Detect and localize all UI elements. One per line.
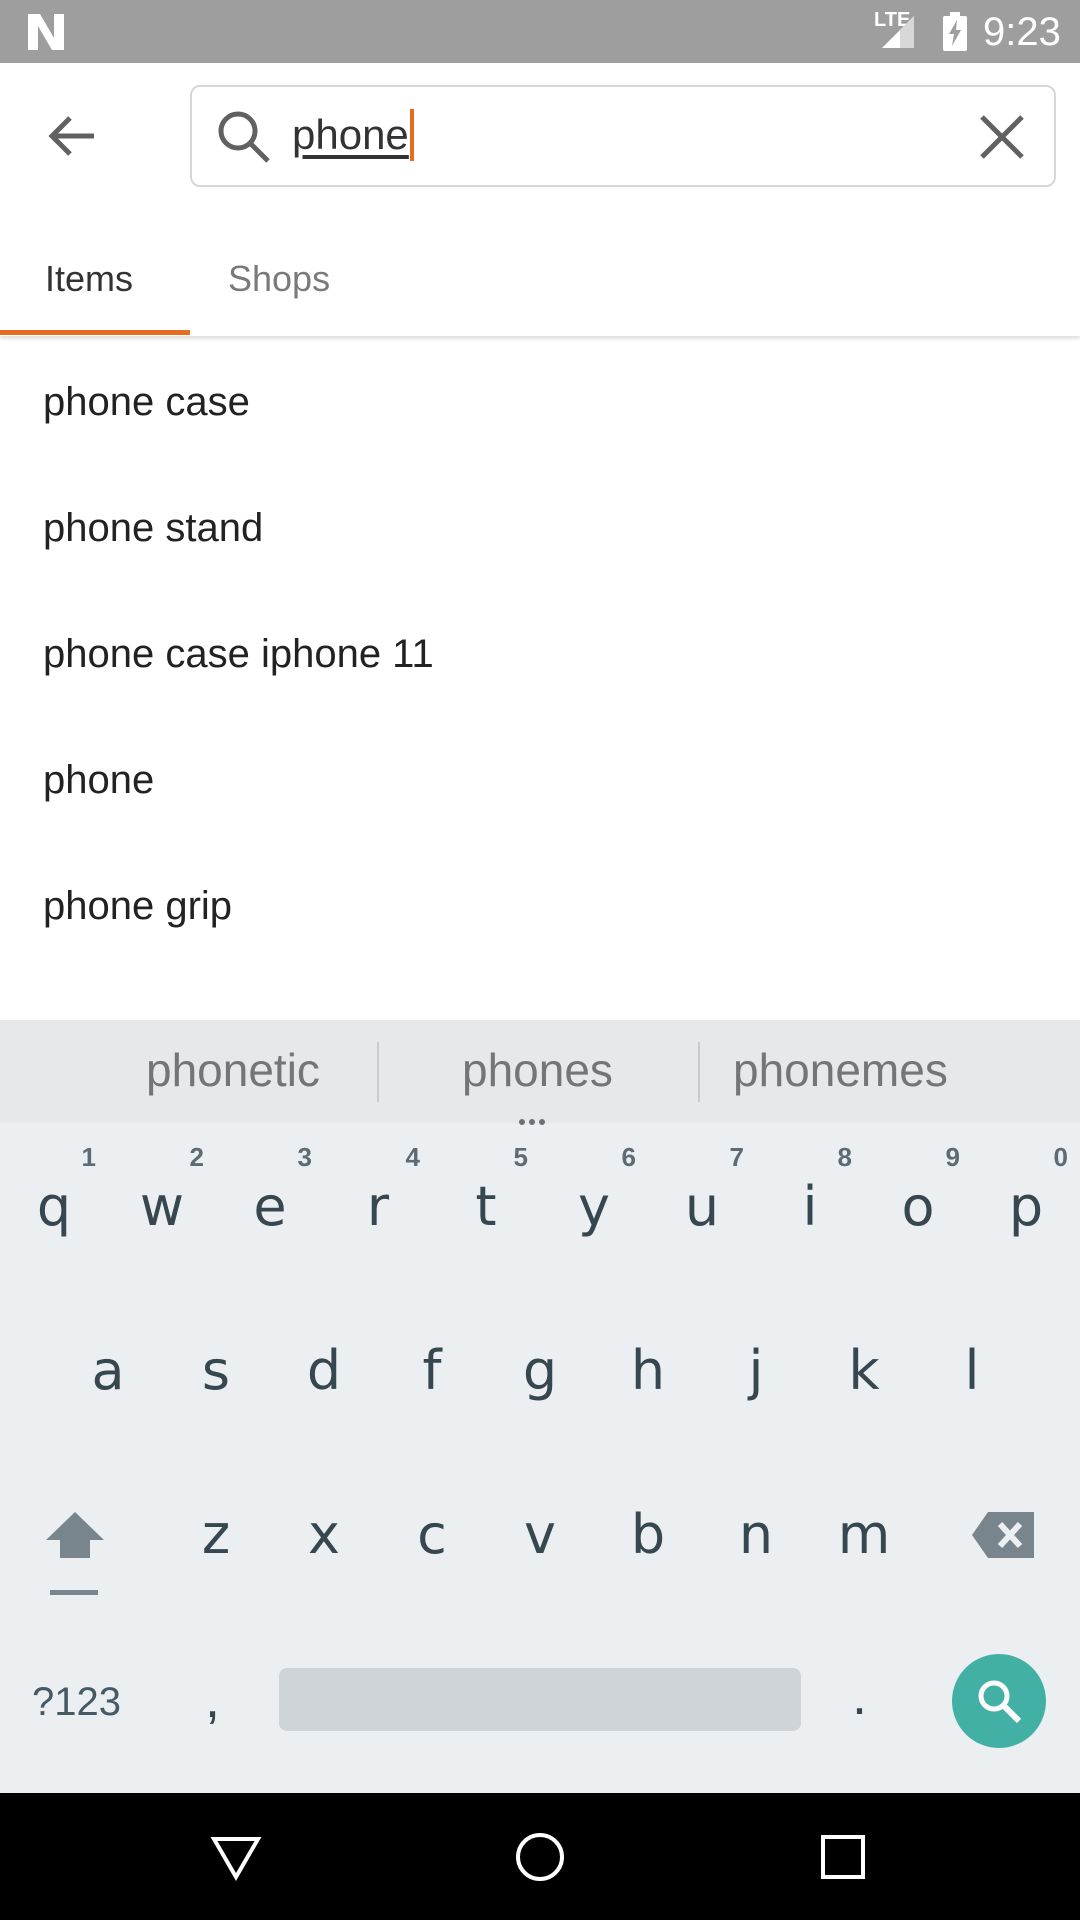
key-r[interactable]: r4 — [324, 1142, 432, 1242]
tab-bar: Items Shops — [0, 226, 1080, 336]
suggestion-item[interactable]: phone case — [43, 374, 250, 430]
symbols-key[interactable]: ?123 — [32, 1677, 121, 1727]
keyboard-suggestion[interactable]: phonemes — [733, 1040, 948, 1100]
key-hint: 2 — [189, 1142, 204, 1172]
key-s[interactable]: s — [162, 1336, 270, 1406]
divider — [698, 1042, 700, 1102]
signal-icon — [882, 16, 914, 48]
n-logo-icon — [28, 14, 64, 50]
search-icon — [218, 111, 270, 163]
key-v[interactable]: v — [486, 1500, 594, 1570]
key-e[interactable]: e3 — [216, 1142, 324, 1242]
key-h[interactable]: h — [594, 1336, 702, 1406]
suggestion-item[interactable]: phone stand — [43, 500, 263, 556]
back-arrow-icon[interactable] — [44, 108, 100, 164]
key-t[interactable]: t5 — [432, 1142, 540, 1242]
key-a[interactable]: a — [54, 1336, 162, 1406]
key-p[interactable]: p0 — [972, 1142, 1080, 1242]
key-u[interactable]: u7 — [648, 1142, 756, 1242]
search-action-icon — [978, 1680, 1022, 1724]
divider — [377, 1042, 379, 1102]
clear-icon[interactable] — [978, 113, 1026, 161]
keyboard-suggestion-bar: phonetic phones phonemes — [0, 1020, 1080, 1125]
recents-square-icon[interactable] — [817, 1831, 869, 1883]
key-d[interactable]: d — [270, 1336, 378, 1406]
tab-shops[interactable]: Shops — [228, 254, 330, 304]
key-y[interactable]: y6 — [540, 1142, 648, 1242]
key-hint: 9 — [945, 1142, 960, 1172]
space-bar[interactable] — [279, 1668, 801, 1731]
key-b[interactable]: b — [594, 1500, 702, 1570]
back-triangle-icon[interactable] — [210, 1831, 262, 1883]
status-time: 9:23 — [983, 10, 1061, 54]
key-g[interactable]: g — [486, 1336, 594, 1406]
key-hint: 1 — [81, 1142, 96, 1172]
text-caret — [409, 109, 414, 161]
key-hint: 8 — [837, 1142, 852, 1172]
shift-icon[interactable] — [42, 1506, 108, 1596]
suggestion-item[interactable]: phone grip — [43, 878, 232, 934]
key-q[interactable]: q1 — [0, 1142, 108, 1242]
key-hint: 7 — [729, 1142, 744, 1172]
key-w[interactable]: w2 — [108, 1142, 216, 1242]
key-n[interactable]: n — [702, 1500, 810, 1570]
suggestion-item[interactable]: phone — [43, 752, 154, 808]
key-hint: 3 — [297, 1142, 312, 1172]
key-z[interactable]: z — [162, 1500, 270, 1570]
search-action-key[interactable] — [952, 1654, 1046, 1748]
key-i[interactable]: i8 — [756, 1142, 864, 1242]
search-field[interactable]: phone — [190, 85, 1056, 187]
backspace-icon[interactable] — [972, 1512, 1036, 1558]
key-period[interactable]: . — [852, 1665, 867, 1727]
status-bar: LTE 9:23 — [0, 0, 1080, 63]
home-circle-icon[interactable] — [514, 1831, 566, 1883]
key-m[interactable]: m — [810, 1500, 918, 1570]
tab-items[interactable]: Items — [45, 254, 133, 304]
key-comma[interactable]: , — [205, 1668, 220, 1730]
key-hint: 5 — [513, 1142, 528, 1172]
key-hint: 0 — [1053, 1142, 1068, 1172]
key-j[interactable]: j — [702, 1336, 810, 1406]
more-suggestions-icon[interactable] — [519, 1112, 549, 1130]
key-k[interactable]: k — [810, 1336, 918, 1406]
active-tab-indicator — [0, 330, 190, 335]
key-f[interactable]: f — [378, 1336, 486, 1406]
suggestion-item[interactable]: phone case iphone 11 — [43, 626, 434, 682]
keyboard-suggestion[interactable]: phones — [462, 1040, 613, 1100]
battery-charging-icon — [943, 12, 967, 51]
key-hint: 6 — [621, 1142, 636, 1172]
keyboard-suggestion[interactable]: phonetic — [146, 1040, 320, 1100]
key-x[interactable]: x — [270, 1500, 378, 1570]
search-input[interactable]: phone — [292, 105, 414, 165]
key-o[interactable]: o9 — [864, 1142, 972, 1242]
navigation-bar — [0, 1793, 1080, 1920]
key-hint: 4 — [405, 1142, 420, 1172]
key-c[interactable]: c — [378, 1500, 486, 1570]
key-l[interactable]: l — [918, 1336, 1026, 1406]
